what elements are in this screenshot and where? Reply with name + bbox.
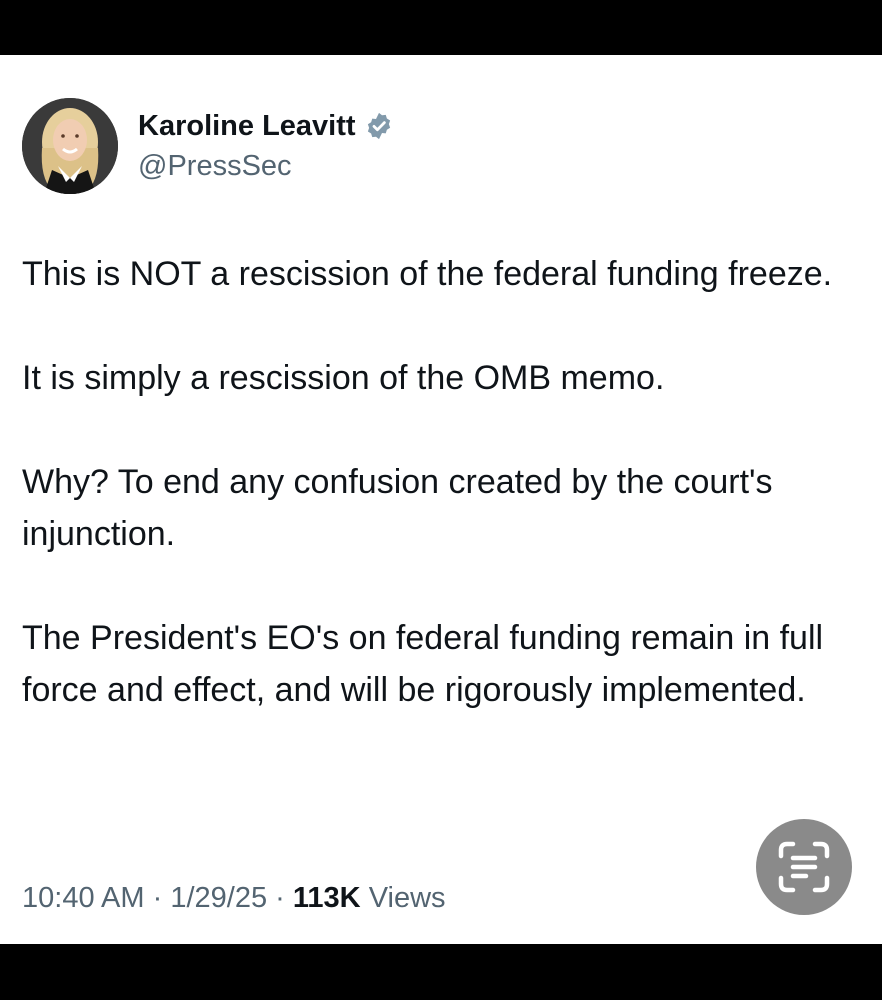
tweet-metadata: 10:40 AM · 1/29/25 · 113K Views — [22, 878, 446, 918]
avatar[interactable] — [22, 98, 118, 194]
author-name-row[interactable]: Karoline Leavitt — [138, 108, 394, 144]
views-count: 113K — [292, 882, 361, 914]
tweet-paragraph: This is NOT a rescission of the federal … — [22, 255, 833, 293]
text-scan-button[interactable] — [756, 819, 852, 915]
verified-badge-icon — [364, 111, 394, 141]
top-black-bar — [0, 0, 882, 55]
author-handle[interactable]: @PressSec — [138, 148, 292, 184]
tweet-text: This is NOT a rescission of the federal … — [22, 248, 872, 716]
tweet-date[interactable]: 1/29/25 — [170, 882, 267, 914]
tweet-paragraph: Why? To end any confusion created by the… — [22, 463, 773, 553]
meta-separator: · — [152, 882, 163, 914]
tweet-time[interactable]: 10:40 AM — [22, 882, 145, 914]
views-label: Views — [368, 882, 446, 914]
author-name[interactable]: Karoline Leavitt — [138, 108, 356, 144]
meta-separator: · — [275, 882, 285, 914]
tweet-paragraph: The President's EO's on federal funding … — [22, 619, 824, 709]
text-scan-icon — [778, 841, 830, 893]
tweet-paragraph: It is simply a rescission of the OMB mem… — [22, 359, 665, 397]
bottom-black-bar — [0, 944, 882, 1000]
avatar-photo — [22, 98, 118, 194]
